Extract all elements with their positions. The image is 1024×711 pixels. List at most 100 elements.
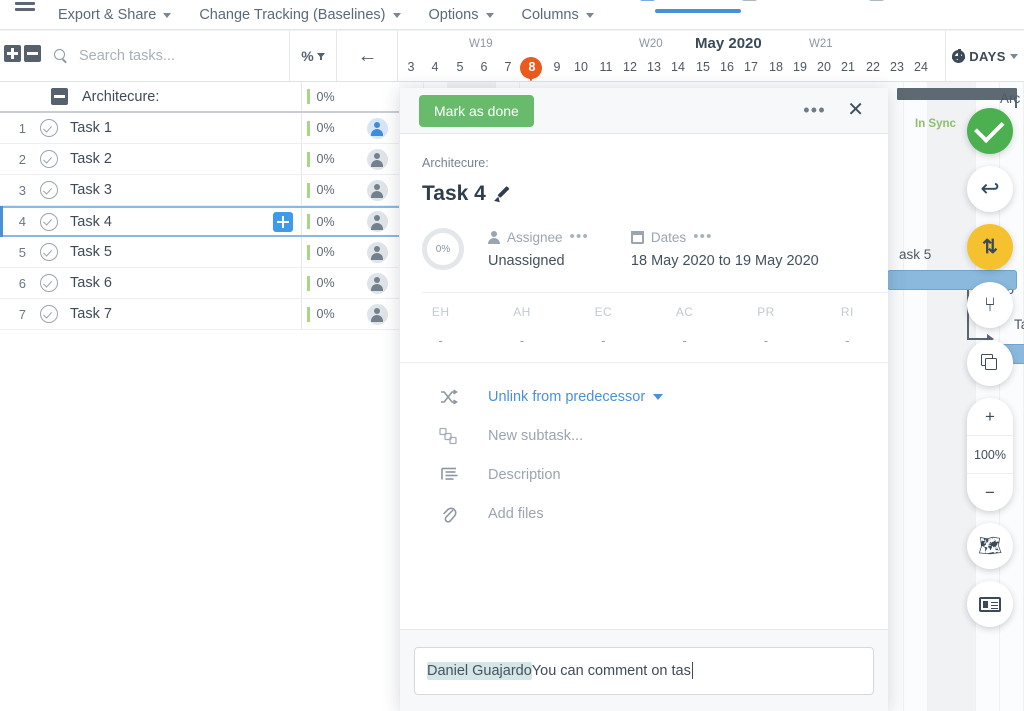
overview-map-button[interactable]: 🗺 (967, 523, 1013, 569)
day-label[interactable]: 19 (788, 60, 812, 74)
zoom-in-button[interactable]: + (967, 398, 1013, 436)
day-label[interactable]: 16 (715, 60, 739, 74)
menu-item-export-share[interactable]: Export & Share (44, 0, 185, 30)
mark-as-done-button[interactable]: Mark as done (419, 94, 534, 127)
avatar[interactable] (366, 272, 388, 294)
zoom-level-label[interactable]: 100% (967, 436, 1013, 474)
assignee-cell[interactable] (355, 237, 399, 267)
assignee-cell[interactable] (355, 208, 399, 235)
avatar[interactable] (366, 117, 388, 139)
metric-pr[interactable]: PR - (725, 305, 806, 348)
assignee-cell[interactable] (355, 299, 399, 329)
complete-task-icon[interactable] (40, 305, 58, 323)
task-name[interactable]: Task 4 (70, 214, 273, 230)
tab-board[interactable]: Board (869, 0, 929, 8)
day-label[interactable]: 11 (594, 60, 618, 74)
avatar[interactable] (366, 148, 388, 170)
task-name[interactable]: Task 5 (70, 244, 301, 260)
menu-item-columns[interactable]: Columns (508, 0, 608, 30)
metric-ri[interactable]: RI - (807, 305, 888, 348)
legend-button[interactable] (967, 581, 1013, 627)
day-label[interactable]: 3 (399, 60, 423, 74)
day-label[interactable]: 22 (861, 60, 885, 74)
edit-pencil-icon[interactable] (495, 187, 510, 202)
assignee-more-icon[interactable]: ••• (570, 229, 589, 244)
tab-workload[interactable]: Workload (742, 0, 823, 8)
table-row-selected[interactable]: 4 Task 4 0% (0, 206, 399, 237)
progress-cell[interactable]: 0% (301, 268, 355, 298)
task-name[interactable]: Task 1 (70, 120, 301, 136)
avatar[interactable] (366, 211, 388, 232)
task-list-grid[interactable]: Architecure: 0% 1 Task 1 0% 2 Task 2 0% (0, 82, 399, 711)
progress-cell[interactable]: 0% (301, 299, 355, 329)
table-row[interactable]: 5 Task 5 0% (0, 237, 399, 268)
assignee-cell[interactable] (355, 268, 399, 298)
day-label[interactable]: 24 (909, 60, 933, 74)
task-name[interactable]: Task 6 (70, 275, 301, 291)
task-group-row[interactable]: Architecure: 0% (0, 82, 399, 113)
search-input[interactable] (77, 47, 281, 65)
assignee-cell[interactable] (355, 175, 399, 205)
dates-field[interactable]: Dates ••• 18 May 2020 to 19 May 2020 (630, 229, 819, 269)
action-label[interactable]: Add files (488, 506, 544, 522)
day-label[interactable]: 14 (666, 60, 690, 74)
dates-value[interactable]: 18 May 2020 to 19 May 2020 (631, 253, 819, 269)
progress-cell[interactable]: 0% (301, 113, 355, 143)
zoom-out-button[interactable]: − (967, 474, 1013, 511)
day-label[interactable]: 18 (764, 60, 788, 74)
avatar[interactable] (366, 303, 388, 325)
table-row[interactable]: 7 Task 7 0% (0, 299, 399, 330)
timeline-header[interactable]: W19 W20 W21 May 2020 3 4 5 6 7 8 9 10 11… (399, 31, 944, 81)
task-name[interactable]: Task 3 (70, 182, 301, 198)
chevron-down-icon[interactable] (653, 393, 664, 400)
task-name[interactable]: Task 2 (70, 151, 301, 167)
progress-cell[interactable]: 0% (301, 82, 355, 111)
complete-task-icon[interactable] (40, 243, 58, 261)
add-task-button[interactable] (273, 211, 293, 232)
day-label[interactable]: 6 (472, 60, 496, 74)
day-label[interactable]: 13 (642, 60, 666, 74)
apply-changes-button[interactable] (967, 108, 1013, 154)
table-row[interactable]: 2 Task 2 0% (0, 144, 399, 175)
complete-task-icon[interactable] (40, 150, 58, 168)
avatar[interactable] (366, 179, 388, 201)
day-label[interactable]: 12 (618, 60, 642, 74)
menu-item-options[interactable]: Options (415, 0, 508, 30)
table-row[interactable]: 3 Task 3 0% (0, 175, 399, 206)
assignee-value[interactable]: Unassigned (488, 253, 589, 269)
progress-cell[interactable]: 0% (301, 208, 355, 235)
metric-eh[interactable]: EH - (400, 305, 481, 348)
avatar[interactable] (366, 241, 388, 263)
progress-cell[interactable]: 0% (301, 175, 355, 205)
table-row[interactable]: 1 Task 1 0% (0, 113, 399, 144)
complete-task-icon[interactable] (40, 274, 58, 292)
day-label[interactable]: 7 (496, 60, 520, 74)
collapse-panel-button[interactable]: ← (338, 31, 398, 81)
percent-filter-button[interactable]: % (291, 31, 337, 81)
action-label[interactable]: Description (488, 467, 561, 483)
progress-cell[interactable]: 0% (301, 237, 355, 267)
mention-chip[interactable]: Daniel Guajardo (427, 661, 532, 680)
expand-all-button[interactable] (4, 45, 21, 62)
collapse-all-button[interactable] (24, 45, 41, 62)
close-icon[interactable]: ✕ (847, 100, 864, 120)
day-label[interactable]: 20 (812, 60, 836, 74)
day-label[interactable]: 10 (569, 60, 593, 74)
day-label[interactable]: 5 (448, 60, 472, 74)
unlink-from-predecessor-row[interactable]: Unlink from predecessor (400, 377, 888, 416)
assignee-cell[interactable] (355, 113, 399, 143)
day-label-today[interactable]: 8 (520, 60, 544, 74)
table-row[interactable]: 6 Task 6 0% (0, 268, 399, 299)
search-cell[interactable] (42, 31, 290, 81)
add-files-row[interactable]: Add files (400, 494, 888, 533)
comment-input[interactable]: Daniel Guajardo You can comment on tas (414, 646, 874, 695)
assignee-field[interactable]: Assignee ••• Unassigned (488, 229, 589, 269)
new-subtask-row[interactable]: New subtask... (400, 416, 888, 455)
sort-button[interactable]: ⇅ (967, 224, 1013, 270)
task-name[interactable]: Task 7 (70, 306, 301, 322)
detail-more-options-icon[interactable]: ••• (803, 101, 826, 119)
complete-task-icon[interactable] (40, 181, 58, 199)
day-label[interactable]: 17 (739, 60, 763, 74)
hamburger-menu-icon[interactable] (12, 2, 38, 22)
day-label[interactable]: 15 (691, 60, 715, 74)
